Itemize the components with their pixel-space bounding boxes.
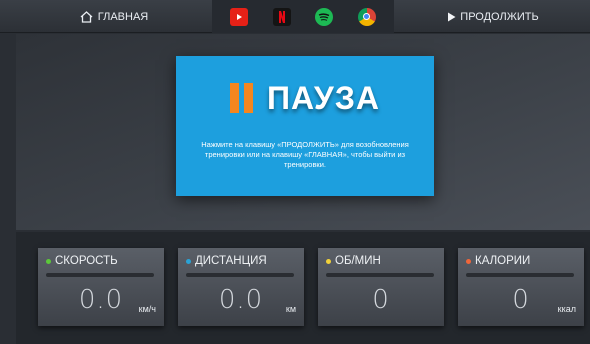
home-icon	[80, 10, 93, 23]
speed-unit: км/ч	[138, 304, 156, 314]
netflix-app-icon[interactable]	[272, 7, 291, 26]
calories-unit: ккал	[557, 304, 576, 314]
pause-dialog: ПАУЗА Нажмите на клавишу «ПРОДОЛЖИТЬ» дл…	[176, 56, 434, 196]
speed-card: СКОРОСТЬ 0.0 км/ч	[38, 248, 164, 326]
rpm-value: 0	[372, 285, 390, 315]
chrome-app-icon[interactable]	[357, 7, 376, 26]
calories-dot	[466, 258, 471, 264]
calories-label: КАЛОРИИ	[475, 255, 531, 267]
youtube-app-icon[interactable]	[230, 7, 249, 26]
pause-icon	[230, 83, 254, 113]
app-shortcuts	[212, 0, 394, 33]
rpm-label: ОБ/МИН	[335, 255, 381, 267]
rpm-dot	[326, 258, 331, 264]
speed-bar	[46, 273, 154, 277]
distance-value: 0.0	[218, 285, 264, 315]
home-button[interactable]: ГЛАВНАЯ	[18, 0, 210, 33]
distance-bar	[186, 273, 294, 277]
calories-card: КАЛОРИИ 0 ккал	[458, 248, 584, 326]
home-label: ГЛАВНАЯ	[97, 10, 149, 23]
metrics-panel: СКОРОСТЬ 0.0 км/ч ДИСТАНЦИЯ 0.0 км ОБ/МИ…	[16, 232, 590, 344]
pause-header: ПАУЗА	[176, 78, 434, 118]
continue-label: ПРОДОЛЖИТЬ	[460, 10, 539, 23]
spotify-app-icon[interactable]	[315, 7, 334, 26]
distance-card: ДИСТАНЦИЯ 0.0 км	[178, 248, 304, 326]
distance-dot	[186, 258, 191, 264]
pause-title: ПАУЗА	[267, 79, 380, 116]
continue-button[interactable]: ПРОДОЛЖИТЬ	[396, 0, 590, 33]
speed-dot	[46, 258, 51, 264]
rpm-bar	[326, 273, 434, 277]
pause-message: Нажмите на клавишу «ПРОДОЛЖИТЬ» для возо…	[201, 140, 409, 169]
calories-bar	[466, 273, 574, 277]
rpm-card: ОБ/МИН 0	[318, 248, 444, 326]
top-bar: ГЛАВНАЯ ПРОДОЛЖИТЬ	[0, 0, 590, 33]
distance-label: ДИСТАНЦИЯ	[195, 255, 267, 267]
distance-unit: км	[285, 304, 296, 314]
play-icon	[448, 12, 456, 21]
speed-label: СКОРОСТЬ	[55, 255, 118, 267]
